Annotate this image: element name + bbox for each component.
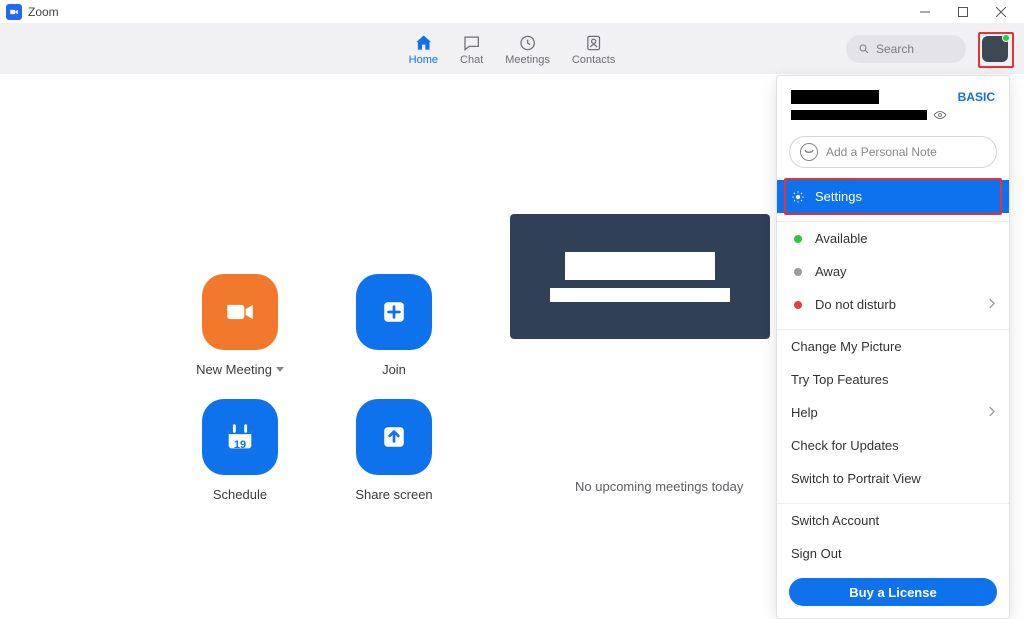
menu-item-change-picture[interactable]: Change My Picture <box>777 330 1009 363</box>
window-title: Zoom <box>28 5 59 19</box>
nav-tab-contacts[interactable]: Contacts <box>572 33 615 66</box>
gear-icon <box>791 190 805 204</box>
redacted-profile-email <box>791 110 927 120</box>
share-up-icon <box>381 424 407 450</box>
menu-label: Sign Out <box>791 546 842 561</box>
nav-tab-chat[interactable]: Chat <box>460 33 483 66</box>
title-bar: Zoom <box>0 0 1024 24</box>
status-dot-available <box>794 235 802 243</box>
menu-item-try-features[interactable]: Try Top Features <box>777 363 1009 396</box>
menu-label: Help <box>791 405 818 420</box>
clock-icon <box>518 33 538 53</box>
personal-note-placeholder: Add a Personal Note <box>826 145 937 159</box>
status-dot-away <box>794 268 802 276</box>
nav-label: Chat <box>460 54 483 66</box>
menu-item-status-away[interactable]: Away <box>777 255 1009 288</box>
nav-label: Home <box>409 54 438 66</box>
schedule-label: Schedule <box>213 487 267 502</box>
chevron-down-icon <box>276 367 284 372</box>
menu-label: Try Top Features <box>791 372 889 387</box>
nav-label: Contacts <box>572 54 615 66</box>
personal-note-input[interactable]: Add a Personal Note <box>789 136 997 168</box>
redacted-time <box>565 252 715 280</box>
top-nav: Home Chat Meetings Contacts Search <box>0 24 1024 74</box>
home-icon <box>413 33 433 53</box>
annotation-highlight <box>978 32 1014 68</box>
status-dot-dnd <box>794 301 802 309</box>
menu-label: Settings <box>815 189 862 204</box>
search-placeholder: Search <box>876 42 914 56</box>
menu-item-switch-account[interactable]: Switch Account <box>777 504 1009 537</box>
menu-item-settings[interactable]: Settings <box>777 180 1009 213</box>
menu-item-sign-out[interactable]: Sign Out <box>777 537 1009 570</box>
schedule-button[interactable]: 19 <box>202 399 278 475</box>
share-screen-label: Share screen <box>355 487 432 502</box>
smile-icon <box>800 143 818 161</box>
eye-icon[interactable] <box>933 108 947 122</box>
join-label: Join <box>382 362 406 377</box>
menu-label: Available <box>815 231 868 246</box>
window-maximize-button[interactable] <box>944 0 982 24</box>
plan-badge: BASIC <box>958 90 995 104</box>
chevron-right-icon <box>988 297 995 312</box>
chevron-right-icon <box>988 405 995 420</box>
contacts-icon <box>584 33 604 53</box>
menu-item-status-available[interactable]: Available <box>777 222 1009 255</box>
redacted-date <box>550 288 730 302</box>
menu-label: Away <box>815 264 847 279</box>
main-content: New Meeting Join 19 Schedule Share scree… <box>0 74 1024 602</box>
menu-label: Do not disturb <box>815 297 896 312</box>
search-input[interactable]: Search <box>846 35 966 63</box>
no-meetings-text: No upcoming meetings today <box>575 479 743 494</box>
profile-menu-panel: BASIC Add a Personal Note Settings Avail… <box>776 75 1010 619</box>
menu-label: Switch to Portrait View <box>791 471 921 486</box>
window-close-button[interactable] <box>982 0 1020 24</box>
zoom-app-icon <box>6 4 22 20</box>
join-button[interactable] <box>356 274 432 350</box>
chat-icon <box>462 33 482 53</box>
profile-avatar-button[interactable] <box>980 34 1010 64</box>
calendar-day-number: 19 <box>234 439 246 451</box>
menu-item-portrait-view[interactable]: Switch to Portrait View <box>777 462 1009 495</box>
plus-icon <box>381 299 407 325</box>
window-minimize-button[interactable] <box>906 0 944 24</box>
search-icon <box>858 43 870 55</box>
menu-label: Check for Updates <box>791 438 899 453</box>
menu-item-check-updates[interactable]: Check for Updates <box>777 429 1009 462</box>
redacted-profile-name <box>791 90 879 104</box>
nav-tab-home[interactable]: Home <box>409 33 438 66</box>
menu-item-help[interactable]: Help <box>777 396 1009 429</box>
new-meeting-label[interactable]: New Meeting <box>196 362 284 377</box>
menu-label: Change My Picture <box>791 339 902 354</box>
nav-label: Meetings <box>505 54 550 66</box>
nav-tab-meetings[interactable]: Meetings <box>505 33 550 66</box>
menu-label: Switch Account <box>791 513 879 528</box>
today-banner <box>510 214 770 339</box>
video-icon <box>223 295 257 329</box>
menu-item-status-dnd[interactable]: Do not disturb <box>777 288 1009 321</box>
share-screen-button[interactable] <box>356 399 432 475</box>
new-meeting-button[interactable] <box>202 274 278 350</box>
